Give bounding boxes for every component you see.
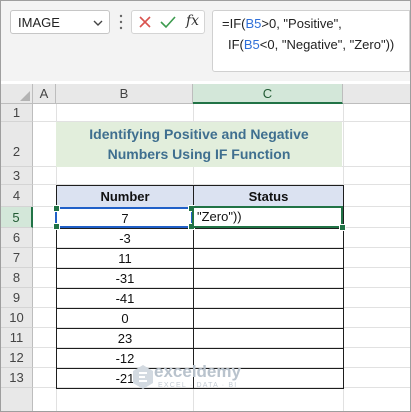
- row-header-13[interactable]: 13: [1, 368, 33, 388]
- check-icon[interactable]: [160, 15, 176, 29]
- row-header-5[interactable]: 5: [1, 207, 33, 228]
- number-cell[interactable]: -31: [56, 268, 194, 289]
- table-row: 23: [56, 328, 344, 349]
- row-header-7[interactable]: 7: [1, 248, 33, 268]
- table-header-row: Number Status: [56, 185, 344, 208]
- sheet-title: Identifying Positive and Negative Number…: [56, 122, 342, 167]
- row-header-8[interactable]: 8: [1, 268, 33, 288]
- status-cell[interactable]: [193, 308, 344, 329]
- column-header-empty: [343, 84, 410, 104]
- excel-window: IMAGE fx =IF(B5>0, "Positive", IF(B5<0, …: [0, 0, 411, 412]
- more-options-icon[interactable]: [119, 13, 123, 31]
- status-cell[interactable]: [193, 228, 344, 249]
- row-header-6[interactable]: 6: [1, 228, 33, 248]
- table-row: 0: [56, 308, 344, 329]
- selection-handle[interactable]: [53, 223, 60, 230]
- header-number[interactable]: Number: [56, 185, 194, 208]
- name-box-value: IMAGE: [18, 15, 60, 30]
- fill-handle[interactable]: [339, 224, 346, 231]
- chevron-down-icon[interactable]: [93, 18, 103, 28]
- title-line-2: Numbers Using IF Function: [107, 146, 291, 162]
- row-header-1[interactable]: 1: [1, 104, 33, 122]
- watermark-brand: exceldemy: [154, 362, 241, 381]
- formula-ref: B5: [243, 37, 260, 52]
- close-icon[interactable]: [138, 15, 152, 29]
- number-cell[interactable]: 0: [56, 308, 194, 329]
- status-cell[interactable]: [193, 288, 344, 309]
- row-header-3[interactable]: 3: [1, 167, 33, 185]
- formula-input[interactable]: =IF(B5>0, "Positive", IF(B5<0, "Negative…: [212, 10, 410, 72]
- number-cell[interactable]: -3: [56, 228, 194, 249]
- row-header-12[interactable]: 12: [1, 348, 33, 368]
- table-row: -41: [56, 288, 344, 309]
- row-header-11[interactable]: 11: [1, 328, 33, 348]
- formula-bar-area: IMAGE fx =IF(B5>0, "Positive", IF(B5<0, …: [1, 1, 410, 81]
- table-row: -31: [56, 268, 344, 289]
- editing-cell-c5[interactable]: "Zero")): [192, 206, 343, 228]
- watermark: exceldemy EXCEL · DATA · BI: [132, 362, 252, 396]
- header-status[interactable]: Status: [193, 185, 344, 208]
- row-header-empty: [1, 388, 33, 411]
- column-header-b[interactable]: B: [56, 84, 193, 104]
- fx-icon[interactable]: fx: [186, 13, 199, 29]
- formula-line1-suffix: >0, "Positive",: [261, 16, 342, 31]
- watermark-tagline: EXCEL · DATA · BI: [158, 382, 238, 389]
- referenced-cell-b5: [53, 205, 195, 230]
- formula-ref: B5: [245, 16, 262, 31]
- number-cell[interactable]: -41: [56, 288, 194, 309]
- name-box[interactable]: IMAGE: [10, 10, 110, 34]
- row-header-2[interactable]: 2: [1, 122, 33, 167]
- exceldemy-logo-icon: [133, 365, 153, 389]
- select-all-corner[interactable]: [1, 84, 33, 104]
- status-cell[interactable]: [193, 328, 344, 349]
- formula-line1-prefix: =IF(: [222, 16, 246, 31]
- number-cell[interactable]: 11: [56, 248, 194, 269]
- row-header-10[interactable]: 10: [1, 308, 33, 328]
- formula-line2-prefix: IF(: [228, 37, 244, 52]
- number-cell[interactable]: 23: [56, 328, 194, 349]
- status-cell[interactable]: [193, 248, 344, 269]
- row-header-4[interactable]: 4: [1, 185, 33, 207]
- formula-actions: fx: [131, 10, 205, 34]
- title-line-1: Identifying Positive and Negative: [89, 126, 309, 142]
- column-header-c[interactable]: C: [193, 84, 343, 104]
- status-cell[interactable]: [193, 268, 344, 289]
- formula-line2-suffix: <0, "Negative", "Zero")): [259, 37, 395, 52]
- selection-handle[interactable]: [53, 205, 60, 212]
- column-header-a[interactable]: A: [33, 84, 56, 104]
- row-header-9[interactable]: 9: [1, 288, 33, 308]
- table-row: 11: [56, 248, 344, 269]
- table-row: -3: [56, 228, 344, 249]
